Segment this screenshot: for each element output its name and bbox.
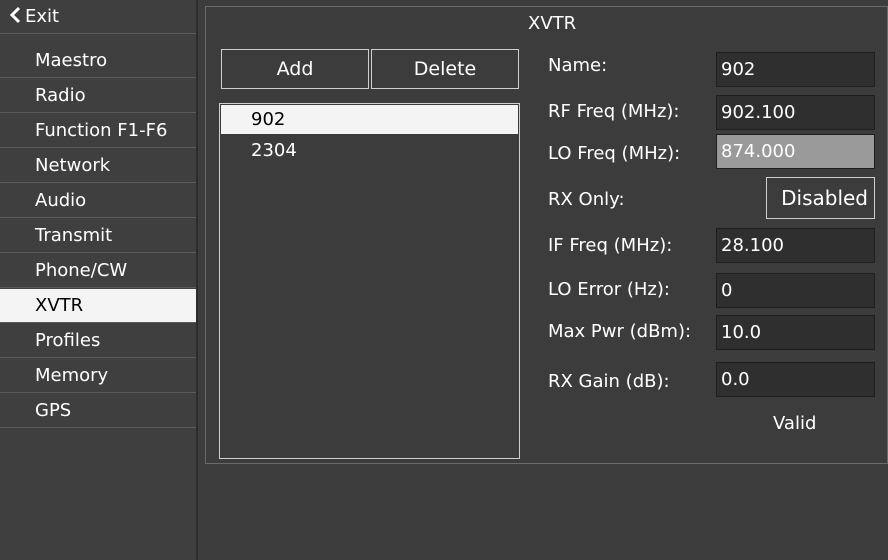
if-freq-label: IF Freq (MHz): xyxy=(548,235,673,256)
sidebar-item-label: Maestro xyxy=(35,50,108,71)
rx-only-toggle[interactable]: Disabled xyxy=(766,177,875,219)
list-item[interactable]: 902 xyxy=(221,105,518,134)
sidebar-divider xyxy=(196,0,198,560)
if-freq-field[interactable]: 28.100 xyxy=(716,228,875,263)
sidebar-item-label: Radio xyxy=(35,85,86,106)
sidebar-item-function[interactable]: Function F1-F6 xyxy=(0,114,196,148)
lo-freq-field[interactable]: 874.000 xyxy=(716,134,875,169)
chevron-left-icon xyxy=(9,6,21,24)
sidebar: Exit Maestro Radio Function F1-F6 Networ… xyxy=(0,0,198,560)
sidebar-item-label: Transmit xyxy=(35,225,113,246)
add-button[interactable]: Add xyxy=(221,49,369,89)
sidebar-item-label: XVTR xyxy=(35,295,84,316)
sidebar-item-gps[interactable]: GPS xyxy=(0,394,196,428)
sidebar-item-radio[interactable]: Radio xyxy=(0,79,196,113)
sidebar-item-network[interactable]: Network xyxy=(0,149,196,183)
sidebar-item-phone-cw[interactable]: Phone/CW xyxy=(0,254,196,288)
rf-freq-field[interactable]: 902.100 xyxy=(716,95,875,130)
rf-freq-label: RF Freq (MHz): xyxy=(548,101,680,122)
xvtr-panel: XVTR Add Delete 902 2304 Name: 902 RF Fr… xyxy=(205,6,888,464)
status-text: Valid xyxy=(773,413,817,434)
exit-button[interactable]: Exit xyxy=(0,0,196,34)
max-pwr-field[interactable]: 10.0 xyxy=(716,315,875,350)
sidebar-item-label: Network xyxy=(35,155,111,176)
lo-error-field[interactable]: 0 xyxy=(716,273,875,308)
xvtr-list[interactable]: 902 2304 xyxy=(219,103,520,459)
sidebar-item-memory[interactable]: Memory xyxy=(0,359,196,393)
rx-gain-field[interactable]: 0.0 xyxy=(716,362,875,397)
panel-title: XVTR xyxy=(528,13,577,34)
name-field[interactable]: 902 xyxy=(716,52,875,87)
sidebar-item-audio[interactable]: Audio xyxy=(0,184,196,218)
rx-gain-label: RX Gain (dB): xyxy=(548,371,670,392)
sidebar-item-label: Phone/CW xyxy=(35,260,128,281)
sidebar-item-transmit[interactable]: Transmit xyxy=(0,219,196,253)
lo-error-label: LO Error (Hz): xyxy=(548,279,670,300)
delete-button[interactable]: Delete xyxy=(371,49,519,89)
name-label: Name: xyxy=(548,55,608,76)
lo-freq-label: LO Freq (MHz): xyxy=(548,143,681,164)
sidebar-item-label: Audio xyxy=(35,190,87,211)
sidebar-item-label: GPS xyxy=(35,400,72,421)
sidebar-item-label: Function F1-F6 xyxy=(35,120,168,141)
sidebar-item-xvtr[interactable]: XVTR xyxy=(0,289,196,323)
exit-label: Exit xyxy=(25,6,60,27)
max-pwr-label: Max Pwr (dBm): xyxy=(548,321,692,342)
sidebar-item-profiles[interactable]: Profiles xyxy=(0,324,196,358)
rx-only-label: RX Only: xyxy=(548,189,625,210)
list-item[interactable]: 2304 xyxy=(221,136,518,165)
sidebar-item-maestro[interactable]: Maestro xyxy=(0,44,196,78)
sidebar-item-label: Profiles xyxy=(35,330,101,351)
sidebar-item-label: Memory xyxy=(35,365,109,386)
